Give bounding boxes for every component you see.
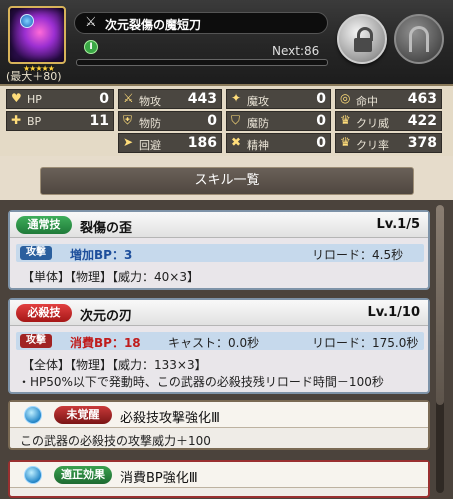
stat-bp: ✚ BP 11 <box>6 111 114 131</box>
dagger-type-icon: ⚔ <box>85 15 97 30</box>
stat-phys-def: ⛨ 物防 0 <box>118 111 222 131</box>
skill-type-badge: 必殺技 <box>16 304 72 322</box>
spirit-icon: ✖ <box>231 135 242 149</box>
crit-rate-icon: ♛ <box>340 135 351 149</box>
skill-list-tab[interactable]: スキル一覧 <box>40 167 414 195</box>
weapon-name: 次元裂傷の魔短刀 <box>105 18 202 32</box>
stat-magic-atk: ✦ 魔攻 0 <box>226 89 331 109</box>
gate-icon <box>409 26 429 52</box>
skill-name: 裂傷の歪 <box>80 221 133 236</box>
ability-description: この武器の必殺技の攻撃威力＋100 <box>20 434 211 448</box>
skill-type-badge: 通常技 <box>16 216 72 234</box>
skill-stat-row: 攻撃 消費BP：18 キャスト：0.0秒 リロード：175.0秒 <box>16 332 424 350</box>
next-exp-label: Next:86 <box>272 44 320 58</box>
stat-spirit: ✖ 精神 0 <box>226 133 331 153</box>
stat-phys-atk: ⚔ 物攻 443 <box>118 89 222 109</box>
skill-level: Lv.1/10 <box>367 305 420 320</box>
shield-icon: ⛨ <box>123 113 133 127</box>
attack-tag: 攻撃 <box>20 334 52 348</box>
stat-crit-power: ♛ クリ威 422 <box>335 111 442 131</box>
skill-stat-row: 攻撃 増加BP：3 リロード：4.5秒 <box>16 244 424 262</box>
exp-bar <box>76 59 328 66</box>
proper-effect-badge: 適正効果 <box>54 466 112 484</box>
weapon-level-badge: I <box>84 40 98 54</box>
stat-magic-def: ⛉ 魔防 0 <box>226 111 331 131</box>
heart-icon: ♥ <box>11 91 22 105</box>
cast-time: キャスト：0.0秒 <box>168 336 260 350</box>
stat-accuracy: ◎ 命中 463 <box>335 89 442 109</box>
lock-button[interactable] <box>337 14 387 64</box>
armory-button[interactable] <box>394 14 444 64</box>
sword-icon: ⚔ <box>123 91 134 105</box>
skill-description: 【単体】【物理】【威力：40×3】 <box>22 270 199 284</box>
ability-name: 消費BP強化Ⅲ <box>120 471 198 486</box>
attack-tag: 攻撃 <box>20 246 52 260</box>
element-icon <box>20 14 34 28</box>
blue-gem-icon <box>24 406 42 424</box>
magic-shield-icon: ⛉ <box>231 113 241 127</box>
bp-cost: 消費BP：18 <box>70 336 141 350</box>
reload-time: リロード：175.0秒 <box>312 336 419 350</box>
unawakened-ability-card[interactable]: 未覚醒 必殺技攻撃強化Ⅲ この武器の必殺技の攻撃威力＋100 <box>8 400 430 450</box>
stat-crit-rate: ♛ クリ率 378 <box>335 133 442 153</box>
skill-description: 【全体】【物理】【威力：133×3】 <box>22 358 207 372</box>
skill-name: 次元の刃 <box>80 309 133 324</box>
weapon-portrait[interactable]: ★★★★★ <box>8 6 66 73</box>
weapon-title-bar: ⚔ 次元裂傷の魔短刀 <box>74 12 328 34</box>
unawakened-badge: 未覚醒 <box>54 406 112 424</box>
bp-icon: ✚ <box>11 113 22 127</box>
evade-icon: ➤ <box>123 135 134 149</box>
skill-list[interactable]: 通常技 裂傷の歪 Lv.1/5 攻撃 増加BP：3 リロード：4.5秒 【単体】… <box>0 200 453 499</box>
scrollbar[interactable] <box>436 205 444 493</box>
skill-card-special[interactable]: 必殺技 次元の刃 Lv.1/10 攻撃 消費BP：18 キャスト：0.0秒 リロ… <box>8 298 430 394</box>
stats-panel: ♥ HP 0 ⚔ 物攻 443 ✦ 魔攻 0 ◎ 命中 463 ✚ BP 11 … <box>0 86 453 156</box>
reload-time: リロード：4.5秒 <box>312 248 404 262</box>
stat-evasion: ➤ 回避 186 <box>118 133 222 153</box>
blue-gem-icon <box>24 466 42 484</box>
magic-icon: ✦ <box>231 91 242 105</box>
stat-hp: ♥ HP 0 <box>6 89 114 109</box>
skill-description-extra: ・HP50%以下で発動時、この武器の必殺技残リロード時間－100秒 <box>18 375 384 389</box>
skill-card-normal[interactable]: 通常技 裂傷の歪 Lv.1/5 攻撃 増加BP：3 リロード：4.5秒 【単体】… <box>8 210 430 290</box>
weapon-header: ★★★★★ (最大＋80) ⚔ 次元裂傷の魔短刀 I Next:86 <box>0 0 453 86</box>
scrollbar-thumb[interactable] <box>436 205 444 405</box>
target-icon: ◎ <box>340 91 351 105</box>
crit-power-icon: ♛ <box>340 113 351 127</box>
max-plus-label: (最大＋80) <box>6 70 62 83</box>
ability-name: 必殺技攻撃強化Ⅲ <box>120 411 220 426</box>
proper-effect-card[interactable]: 適正効果 消費BP強化Ⅲ <box>8 460 430 498</box>
bp-gain: 増加BP：3 <box>70 248 133 262</box>
skill-level: Lv.1/5 <box>376 217 420 232</box>
